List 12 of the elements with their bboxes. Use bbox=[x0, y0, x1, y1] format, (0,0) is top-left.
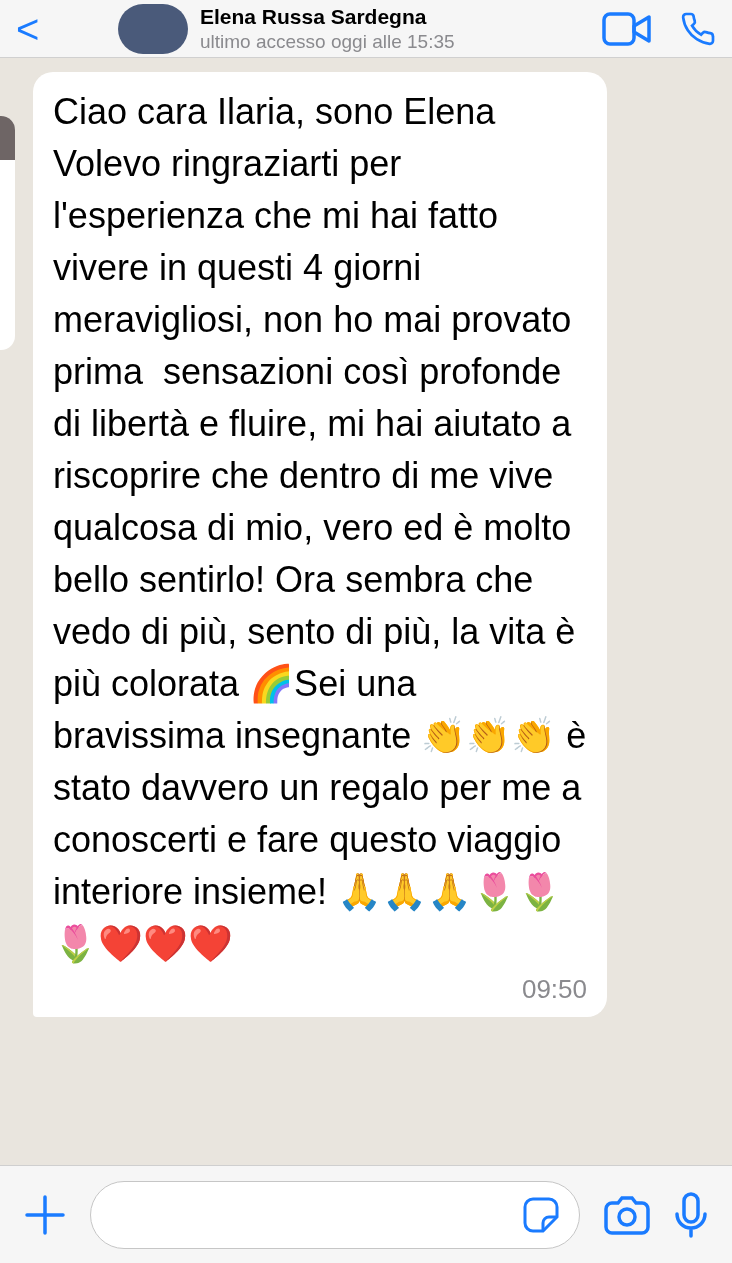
contact-name[interactable]: Elena Russa Sardegna bbox=[200, 3, 590, 30]
sticker-icon[interactable] bbox=[523, 1196, 559, 1233]
back-button[interactable]: < bbox=[16, 8, 106, 49]
plus-icon[interactable] bbox=[24, 1193, 66, 1236]
avatar-photo-placeholder[interactable] bbox=[118, 3, 188, 54]
message-text: Ciao cara Ilaria, sono Elena Volevo ringraziarti per l'esperienza che mi hai fatto vivere in questi 4 giorni meravigliosi, non ho mai provato prima sensazioni così profonde di libertà e fluire, mi hai aiutato a riscoprire che dentro di me vive qualcosa di mio, vero ed è molto bello sentirlo! Ora sembra che vedo di più, sento di più, la vita è più colorata 🌈Sei una bravissima insegnante 👏👏👏 è stato davvero un regalo per me a conoscerti e fare questo viaggio interiore insieme! 🙏🙏🙏🌷🌷🌷❤❤❤ bbox=[53, 90, 587, 966]
video-call-icon[interactable] bbox=[602, 11, 652, 46]
camera-icon[interactable] bbox=[604, 1194, 650, 1235]
phone-icon[interactable] bbox=[680, 10, 716, 47]
message-time: 09:50 bbox=[521, 973, 587, 1006]
microphone-icon[interactable] bbox=[674, 1191, 708, 1238]
last-seen-status: ultimo accesso oggi alle 15:35 bbox=[200, 29, 456, 54]
